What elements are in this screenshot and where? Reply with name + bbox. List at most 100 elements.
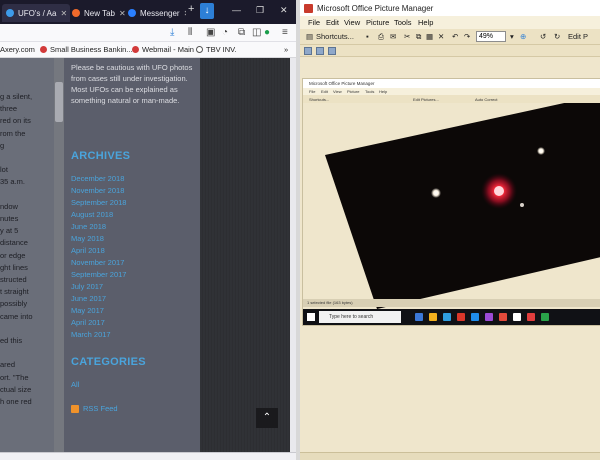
archive-link[interactable]: April 2018 — [71, 246, 105, 255]
inner-status-bar: 1 selected file (163 bytes) — [303, 299, 600, 307]
archive-link[interactable]: September 2017 — [71, 270, 126, 279]
single-picture-view-icon[interactable] — [328, 47, 336, 55]
library-icon[interactable]: ⫴ — [188, 27, 192, 38]
close-tab-icon[interactable]: ✕ — [119, 9, 126, 18]
archive-link[interactable]: August 2018 — [71, 210, 113, 219]
windows-start-icon — [307, 313, 315, 321]
desktop: UFO's / Aa ✕ New Tab ✕ Messenger ✕ + ↓ —… — [0, 0, 600, 460]
article-text-line: y at 5 — [0, 226, 19, 236]
taskbar-app-icon — [471, 313, 479, 321]
taskbar-app-icon — [485, 313, 493, 321]
thumbnail-view-icon[interactable] — [304, 47, 312, 55]
paste-icon[interactable]: ▦ — [426, 32, 433, 41]
zoom-select[interactable]: 49% — [476, 31, 506, 42]
menu-file[interactable]: File — [308, 18, 320, 27]
close-tab-icon[interactable]: ✕ — [60, 9, 67, 18]
addon-icon[interactable]: ◫ — [252, 27, 261, 38]
downloads-icon[interactable]: ⤓ — [170, 27, 174, 38]
print-icon[interactable]: ⎙ — [378, 32, 384, 42]
red-light-core — [494, 186, 504, 196]
archive-link[interactable]: March 2017 — [71, 330, 111, 339]
rotate-left-icon[interactable]: ↺ — [540, 32, 546, 41]
archive-link[interactable]: June 2018 — [71, 222, 106, 231]
archive-link[interactable]: April 2017 — [71, 318, 105, 327]
extension-icon[interactable]: ◔ — [222, 27, 228, 38]
taskbar-app-icon — [513, 313, 521, 321]
filmstrip-view-icon[interactable] — [316, 47, 324, 55]
taskbar-app-icon — [429, 313, 437, 321]
web-page: g a silent, three red on its rom the g lot 35 … — [0, 58, 296, 452]
bank-favicon-icon — [40, 46, 47, 53]
rss-label: RSS Feed — [83, 404, 118, 413]
archive-link[interactable]: November 2018 — [71, 186, 124, 195]
archive-link[interactable]: May 2018 — [71, 234, 104, 243]
article-text-line: came into — [0, 311, 33, 321]
copy-icon[interactable]: ⧉ — [416, 32, 421, 42]
archive-link[interactable]: September 2018 — [71, 198, 126, 207]
article-text-line: h one red — [0, 397, 32, 406]
menu-picture[interactable]: Picture — [366, 18, 389, 27]
redo-icon[interactable]: ↷ — [464, 32, 470, 41]
menu-edit[interactable]: Edit — [326, 18, 339, 27]
inner-scrollbar-thumb[interactable] — [55, 82, 63, 122]
rss-feed-link[interactable]: RSS Feed — [71, 404, 118, 413]
zoom-dropdown-icon[interactable]: ▾ — [510, 32, 514, 41]
caution-text: Please be cautious with UFO photos from … — [71, 63, 193, 105]
screenshot-icon[interactable]: ⧉ — [238, 27, 245, 38]
pm-view-toolbar — [300, 45, 600, 57]
article-text-line: possibly — [0, 299, 28, 309]
article-text-line: 35 a.m. — [0, 177, 26, 187]
grammarly-icon[interactable]: ● — [264, 27, 270, 38]
menu-help[interactable]: Help — [418, 18, 433, 27]
article-text-line: distance — [0, 238, 28, 248]
edit-pictures-button[interactable]: Edit P — [568, 32, 588, 41]
archive-link[interactable]: May 2017 — [71, 306, 104, 315]
tab-messenger[interactable]: Messenger ✕ — [128, 4, 186, 22]
scroll-to-top-button[interactable]: ⌃ — [256, 408, 278, 428]
pm-window-title: Microsoft Office Picture Manager — [317, 3, 434, 13]
restore-button[interactable]: ❐ — [256, 5, 264, 16]
close-tab-icon[interactable]: ✕ — [184, 9, 186, 18]
bookmark-axery[interactable]: Axery.com — [0, 45, 35, 54]
close-window-button[interactable]: ✕ — [280, 5, 288, 16]
tab-label: New Tab — [84, 8, 115, 18]
rotate-right-icon[interactable]: ↻ — [554, 32, 560, 41]
category-all-link[interactable]: All — [71, 380, 79, 389]
undo-icon[interactable]: ↶ — [452, 32, 458, 41]
zoom-value: 49% — [479, 33, 494, 40]
bookmarks-overflow-button[interactable]: » — [284, 45, 288, 54]
menu-tools[interactable]: Tools — [394, 18, 412, 27]
bookmark-tbv[interactable]: TBV INV. — [196, 45, 237, 54]
save-icon[interactable]: ▪ — [366, 32, 369, 41]
taskbar-app-icon — [415, 313, 423, 321]
inner-scrollbar[interactable] — [54, 58, 64, 452]
article-text-line: red on its — [0, 116, 31, 126]
menu-icon[interactable]: ≡ — [282, 27, 288, 38]
taskbar-app-icon — [443, 313, 451, 321]
tab-ufos[interactable]: UFO's / Aa ✕ — [2, 4, 70, 22]
minimize-button[interactable]: — — [232, 5, 241, 15]
pm-title-bar: Microsoft Office Picture Manager — [300, 0, 600, 16]
archive-link[interactable]: December 2018 — [71, 174, 124, 183]
delete-icon[interactable]: ✕ — [438, 32, 444, 41]
bookmark-webmail[interactable]: Webmail - Main — [132, 45, 194, 54]
new-tab-button[interactable]: + — [188, 3, 194, 15]
shortcuts-button[interactable]: Shortcuts... — [316, 32, 354, 41]
bookmark-label: TBV INV. — [206, 45, 237, 54]
bookmark-small-business[interactable]: Small Business Bankin... — [40, 45, 133, 54]
cut-icon[interactable]: ✂ — [404, 32, 410, 41]
menu-view[interactable]: View — [344, 18, 360, 27]
article-text-line: structed — [0, 275, 27, 284]
tab-new-tab[interactable]: New Tab ✕ — [72, 4, 128, 22]
zoom-in-icon[interactable]: ⊕ — [520, 32, 526, 41]
archive-link[interactable]: July 2017 — [71, 282, 103, 291]
inner-menu-file: File — [309, 89, 316, 94]
pm-bottom-strip — [300, 452, 600, 460]
sidebar-icon[interactable]: ▣ — [206, 27, 215, 38]
archive-link[interactable]: November 2017 — [71, 258, 124, 267]
shortcuts-icon[interactable]: ▤ — [306, 32, 313, 41]
download-icon[interactable]: ↓ — [200, 3, 214, 19]
mail-icon[interactable]: ✉ — [390, 32, 396, 41]
archive-link[interactable]: June 2017 — [71, 294, 106, 303]
firefox-tab-bar: UFO's / Aa ✕ New Tab ✕ Messenger ✕ + ↓ —… — [0, 0, 296, 24]
